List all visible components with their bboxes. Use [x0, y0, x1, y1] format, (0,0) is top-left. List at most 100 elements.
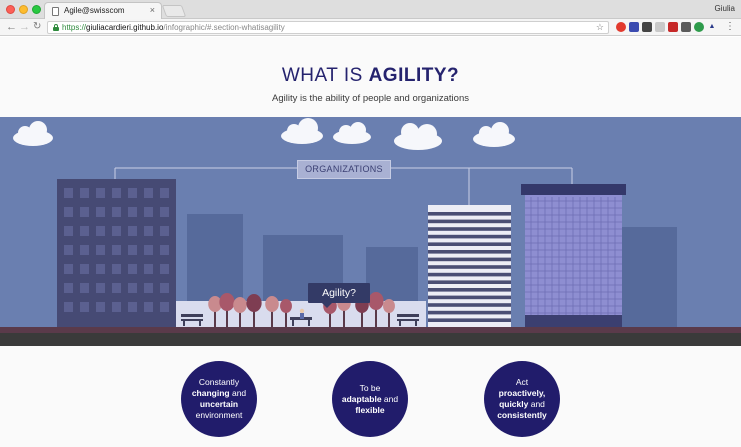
tree-crown	[233, 297, 247, 313]
trait-circle-environment: Constantly changing and uncertain enviro…	[181, 361, 257, 437]
floor-band	[428, 227, 511, 231]
cloud	[281, 118, 323, 144]
window	[64, 264, 73, 274]
mail-extension-icon[interactable]	[642, 22, 652, 32]
trait-text: environment	[195, 410, 243, 420]
close-window-button[interactable]	[6, 5, 15, 14]
trait-text: Constantly	[198, 377, 240, 387]
window	[112, 226, 121, 236]
window	[80, 302, 89, 312]
window	[64, 302, 73, 312]
floor-band	[428, 219, 511, 224]
trait-text: and	[381, 393, 399, 404]
trait-bold: adaptable	[341, 393, 382, 404]
tree-crown	[265, 296, 279, 312]
window	[80, 226, 89, 236]
tab-close-icon[interactable]: ×	[150, 5, 155, 15]
cloud	[333, 122, 371, 144]
window	[128, 226, 137, 236]
window	[128, 302, 137, 312]
trait-bold: proactively,	[498, 388, 546, 398]
title-prefix: WHAT IS	[281, 65, 369, 86]
maximize-window-button[interactable]	[32, 5, 41, 14]
window	[96, 302, 105, 312]
trait-bold: quickly	[499, 399, 529, 409]
floor-band	[428, 280, 511, 284]
user-extension-icon[interactable]	[681, 22, 691, 32]
window	[80, 245, 89, 255]
trait-bold: uncertain	[199, 399, 239, 409]
floor-band	[428, 295, 511, 300]
floor-band	[428, 265, 511, 269]
window	[64, 207, 73, 217]
floor-band	[428, 310, 511, 315]
window	[64, 188, 73, 198]
window	[128, 283, 137, 293]
window	[128, 245, 137, 255]
window	[64, 283, 73, 293]
window	[144, 226, 153, 236]
browser-toolbar: ← → ↻ https://giuliacardieri.github.io/i…	[0, 19, 741, 36]
window	[96, 207, 105, 217]
window	[64, 245, 73, 255]
window	[144, 245, 153, 255]
url-host: giuliacardieri.github.io	[86, 23, 164, 32]
window	[96, 188, 105, 198]
back-arrow-icon[interactable]: ←	[6, 21, 17, 33]
minimize-window-button[interactable]	[19, 5, 28, 14]
window	[160, 264, 169, 274]
window	[112, 283, 121, 293]
floor-band	[428, 234, 511, 239]
url-text: https://giuliacardieri.github.io/infogra…	[62, 23, 285, 32]
tab-title: Agile@swisscom	[64, 6, 125, 15]
tree-crown	[368, 292, 384, 310]
forward-arrow-icon[interactable]: →	[19, 21, 30, 33]
trait-text: and	[229, 388, 247, 398]
tree-crown	[383, 299, 395, 313]
window	[112, 302, 121, 312]
trait-bold: consistently	[497, 410, 547, 420]
window	[96, 245, 105, 255]
window	[112, 245, 121, 255]
page-subtitle: Agility is the ability of people and org…	[272, 93, 469, 104]
window	[128, 188, 137, 198]
trait-bold: flexible	[355, 404, 385, 415]
opera-extension-icon[interactable]	[616, 22, 626, 32]
grey-extension-icon[interactable]	[655, 22, 665, 32]
person	[299, 308, 305, 319]
address-bar[interactable]: https://giuliacardieri.github.io/infogra…	[47, 21, 609, 34]
url-scheme: https://	[62, 23, 87, 32]
reload-icon[interactable]: ↻	[33, 21, 41, 33]
trait-text: and	[528, 399, 545, 409]
window	[160, 207, 169, 217]
window	[96, 283, 105, 293]
red-extension-icon[interactable]	[668, 22, 678, 32]
window	[128, 264, 137, 274]
menu-dots-icon[interactable]: ⋮	[725, 21, 735, 32]
floor-band	[428, 272, 511, 277]
drive-extension-icon[interactable]: ▲	[707, 22, 717, 32]
organizations-label: ORGANIZATIONS	[297, 160, 391, 179]
browser-tab-active[interactable]: Agile@swisscom ×	[44, 2, 162, 19]
building-striped-bands	[428, 212, 511, 322]
page-title: WHAT IS AGILITY?	[0, 65, 741, 87]
window	[160, 302, 169, 312]
browser-tab-bar: Agile@swisscom × Giulia	[0, 0, 741, 19]
floor-band	[428, 250, 511, 254]
trait-bold: changing	[191, 388, 230, 398]
star-icon[interactable]: ☆	[596, 22, 604, 33]
new-tab-button[interactable]	[161, 5, 187, 17]
profile-name[interactable]: Giulia	[715, 4, 735, 13]
green-extension-icon[interactable]	[694, 22, 704, 32]
city-skyline	[0, 118, 741, 346]
title-bold: AGILITY?	[368, 65, 460, 86]
window	[144, 264, 153, 274]
cloud	[394, 123, 442, 150]
agility-speech-bubble: Agility?	[308, 283, 370, 308]
window	[112, 188, 121, 198]
window	[144, 302, 153, 312]
window	[160, 188, 169, 198]
window	[80, 264, 89, 274]
info-extension-icon[interactable]	[629, 22, 639, 32]
window	[80, 188, 89, 198]
